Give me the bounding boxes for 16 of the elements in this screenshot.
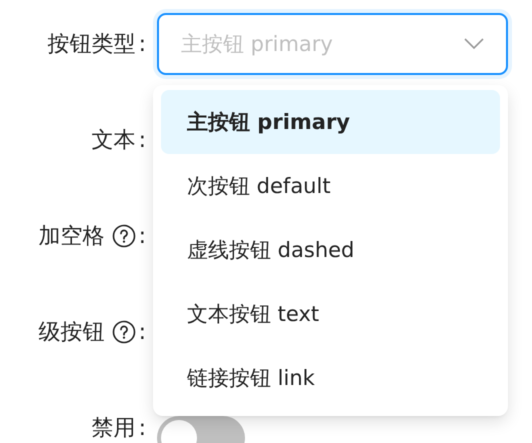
- dropdown-option[interactable]: 次按钮 default: [161, 154, 500, 218]
- field-label: 按钮类型: [48, 31, 136, 59]
- colon-mark: :: [138, 320, 146, 344]
- field-label: 加空格: [38, 223, 105, 251]
- dropdown-option[interactable]: 虚线按钮 dashed: [161, 218, 500, 282]
- colon-mark: :: [138, 128, 146, 152]
- colon-mark: :: [138, 416, 146, 440]
- dropdown-option[interactable]: 链接按钮 link: [161, 346, 500, 410]
- field-label: 文本: [92, 127, 136, 155]
- field-label: 级按钮: [38, 319, 105, 347]
- dropdown-option[interactable]: 主按钮 primary: [161, 90, 500, 154]
- colon-mark: :: [138, 224, 146, 248]
- dropdown-option[interactable]: 文本按钮 text: [161, 282, 500, 346]
- field-label: 禁用: [92, 415, 136, 443]
- chevron-icon: [464, 38, 484, 50]
- colon-mark: :: [138, 32, 146, 56]
